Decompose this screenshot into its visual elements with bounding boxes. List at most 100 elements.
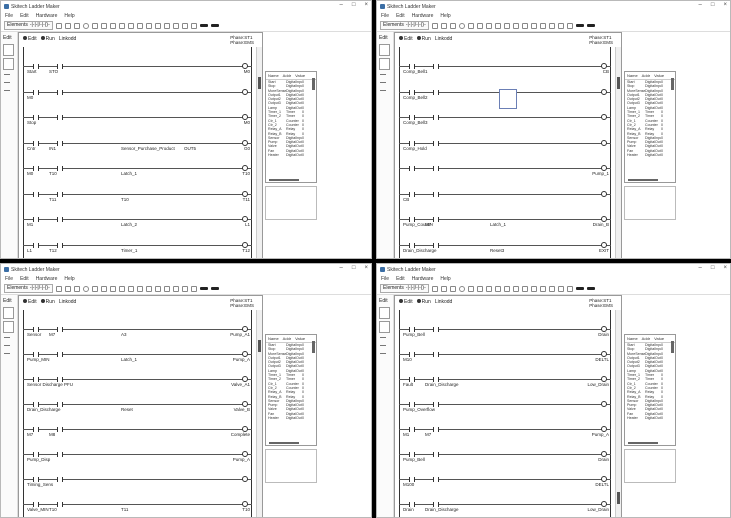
toolbar-tool-icon[interactable] [449, 22, 456, 29]
toolbar-tool-icon[interactable] [512, 285, 519, 292]
contact-symbol[interactable] [33, 191, 39, 197]
io-list-row[interactable]: Heater DigitalOut 0 [625, 416, 675, 420]
menu-item-file[interactable]: File [381, 13, 389, 19]
contact-tool-button[interactable] [3, 307, 14, 319]
contact-symbol[interactable] [57, 166, 63, 172]
contact-symbol[interactable] [57, 427, 63, 433]
toolbar-tool-icon[interactable] [163, 22, 170, 29]
menu-item-edit[interactable]: Edit [20, 276, 29, 282]
contact-symbol[interactable] [57, 477, 63, 483]
coil-symbol[interactable] [601, 139, 607, 146]
edit-mode-radio[interactable]: Edit [23, 36, 37, 42]
contact-symbol[interactable] [433, 452, 439, 458]
minimize-icon[interactable]: – [699, 265, 702, 271]
toolbar-tool-icon[interactable] [548, 22, 555, 29]
toolbar-tool-icon[interactable] [512, 22, 519, 29]
menu-item-help[interactable]: Help [64, 13, 74, 19]
menu-item-help[interactable]: Help [64, 276, 74, 282]
toolbar-tool-icon[interactable] [118, 22, 125, 29]
contact-symbol[interactable] [409, 427, 415, 433]
maximize-icon[interactable]: □ [711, 265, 715, 271]
toolbar-tool-icon[interactable] [476, 285, 483, 292]
io-list-scroll-thumb[interactable] [312, 341, 315, 353]
toolbar-tool-icon[interactable] [190, 285, 197, 292]
close-icon[interactable]: × [364, 2, 368, 8]
toolbar-tool-icon[interactable] [172, 285, 179, 292]
pause-icon[interactable] [199, 24, 208, 27]
toolbar-tool-icon[interactable] [521, 285, 528, 292]
coil-tool-button[interactable] [3, 321, 14, 333]
coil-symbol[interactable] [601, 401, 607, 408]
edit-mode-radio[interactable]: Edit [399, 36, 413, 42]
io-list-row[interactable]: Heater DigitalOut 0 [625, 153, 675, 157]
io-list-scroll-thumb[interactable] [671, 341, 674, 353]
menu-item-file[interactable]: File [381, 276, 389, 282]
maximize-icon[interactable]: □ [711, 2, 715, 8]
contact-symbol[interactable] [433, 191, 439, 197]
contact-symbol[interactable] [57, 89, 63, 95]
coil-tool-button[interactable] [379, 321, 390, 333]
toolbar-tool-icon[interactable] [503, 22, 510, 29]
editor-vertical-scrollbar[interactable] [256, 310, 262, 517]
toolbar-tool-icon[interactable] [566, 285, 573, 292]
toolbar-tool-icon[interactable] [539, 285, 546, 292]
contact-symbol[interactable] [433, 89, 439, 95]
toolbar-tool-icon[interactable] [494, 22, 501, 29]
toolbar-tool-icon[interactable] [521, 22, 528, 29]
toolbar-tool-icon[interactable] [458, 285, 465, 292]
toolbar-tool-icon[interactable] [109, 285, 116, 292]
contact-symbol[interactable] [57, 140, 63, 146]
contact-symbol[interactable] [433, 477, 439, 483]
contact-symbol[interactable] [57, 242, 63, 248]
toolbar-tool-icon[interactable] [154, 22, 161, 29]
coil-symbol[interactable] [242, 88, 248, 95]
toolbar-tool-icon[interactable] [548, 285, 555, 292]
toolbar-tool-icon[interactable] [82, 22, 89, 29]
stop-icon[interactable] [210, 287, 219, 290]
contact-symbol[interactable] [33, 427, 39, 433]
io-list-hscroll-thumb[interactable] [269, 442, 299, 444]
menu-item-hardware[interactable]: Hardware [412, 276, 434, 282]
scrollbar-thumb[interactable] [617, 77, 620, 89]
minimize-icon[interactable]: – [340, 265, 343, 271]
contact-symbol[interactable] [409, 191, 415, 197]
maximize-icon[interactable]: □ [352, 2, 356, 8]
menu-item-file[interactable]: File [5, 276, 13, 282]
editor-vertical-scrollbar[interactable] [256, 47, 262, 258]
toolbar-tool-icon[interactable] [530, 285, 537, 292]
menu-item-file[interactable]: File [5, 13, 13, 19]
coil-symbol[interactable] [601, 88, 607, 95]
edit-mode-radio[interactable]: Edit [23, 299, 37, 305]
contact-tool-button[interactable] [3, 44, 14, 56]
toolbar-tool-icon[interactable] [163, 285, 170, 292]
maximize-icon[interactable]: □ [352, 265, 356, 271]
toolbar-tool-icon[interactable] [172, 22, 179, 29]
contact-tool-button[interactable] [379, 307, 390, 319]
scrollbar-thumb[interactable] [617, 492, 620, 504]
coil-symbol[interactable] [242, 476, 248, 483]
selection-box[interactable] [499, 89, 517, 109]
menu-item-hardware[interactable]: Hardware [36, 13, 58, 19]
coil-tool-button[interactable] [3, 58, 14, 70]
contact-symbol[interactable] [57, 502, 63, 508]
toolbar-tool-icon[interactable] [530, 22, 537, 29]
toolbar-tool-icon[interactable] [145, 22, 152, 29]
toolbar-tool-icon[interactable] [154, 285, 161, 292]
toolbar-tool-icon[interactable] [566, 22, 573, 29]
toolbar-tool-icon[interactable] [181, 22, 188, 29]
toolbar-tool-icon[interactable] [181, 285, 188, 292]
toolbar-tool-icon[interactable] [431, 285, 438, 292]
io-list-hscroll-thumb[interactable] [269, 179, 299, 181]
elements-dropdown[interactable]: Elements -|-|-|/-|-()- [4, 21, 53, 30]
contact-symbol[interactable] [433, 217, 439, 223]
toolbar-tool-icon[interactable] [73, 22, 80, 29]
toolbar-tool-icon[interactable] [91, 22, 98, 29]
menu-item-edit[interactable]: Edit [396, 276, 405, 282]
toolbar-tool-icon[interactable] [82, 285, 89, 292]
toolbar-tool-icon[interactable] [91, 285, 98, 292]
io-list-row[interactable]: Heater DigitalOut 0 [266, 153, 316, 157]
contact-symbol[interactable] [57, 191, 63, 197]
editor-vertical-scrollbar[interactable] [615, 47, 621, 258]
contact-symbol[interactable] [433, 115, 439, 121]
toolbar-tool-icon[interactable] [64, 285, 71, 292]
